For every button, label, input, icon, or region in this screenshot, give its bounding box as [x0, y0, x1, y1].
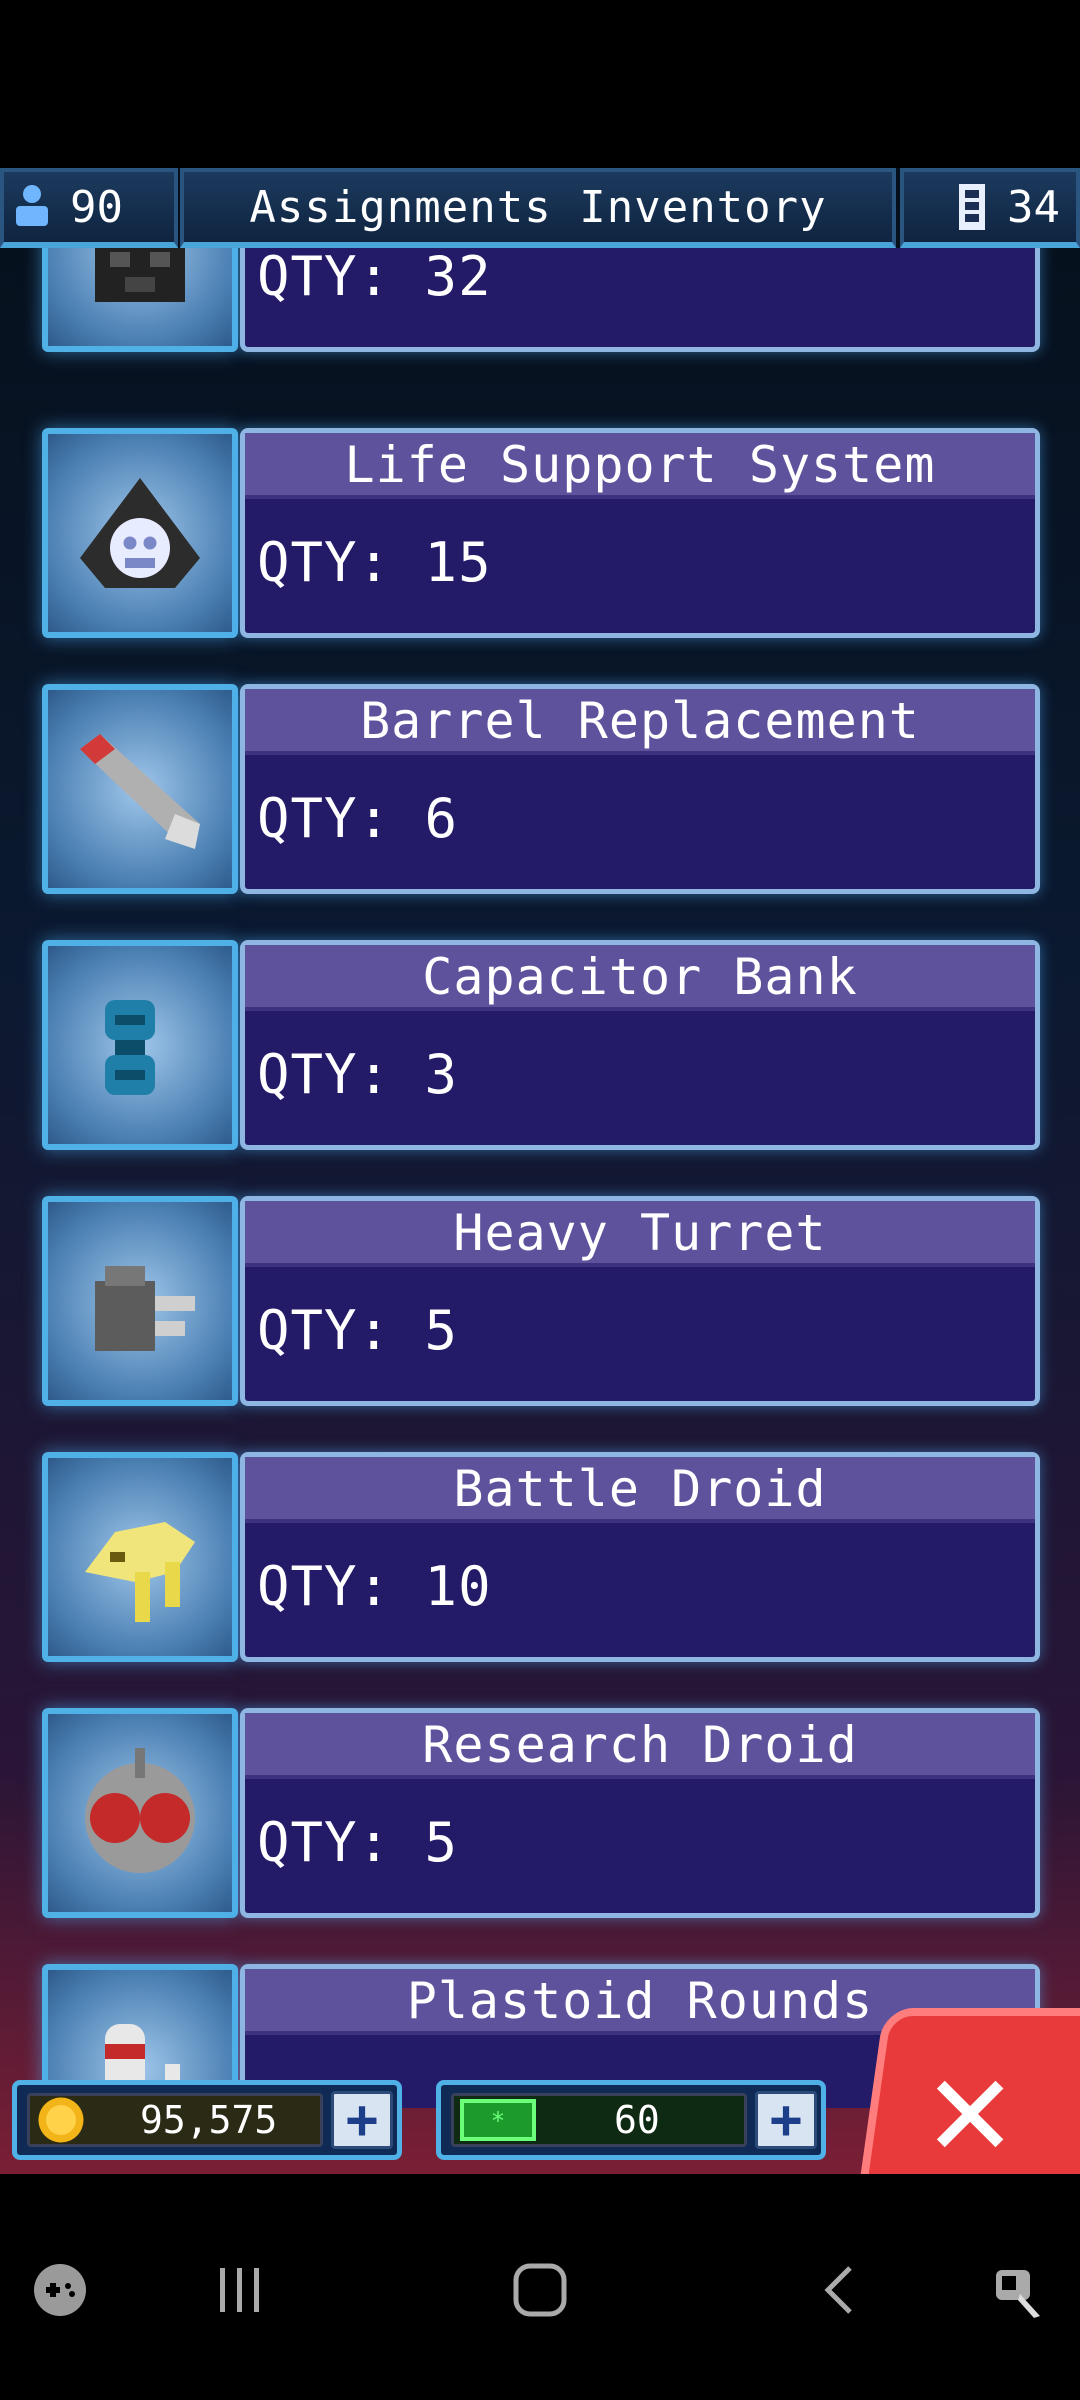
- add-credits-button[interactable]: +: [331, 2091, 393, 2149]
- item-name: Capacitor Bank: [245, 945, 1035, 1011]
- item-icon-frame: [42, 1708, 238, 1918]
- item-panel: Battle Droid QTY: 10: [240, 1452, 1040, 1662]
- item-name: Life Support System: [245, 433, 1035, 499]
- add-energy-button[interactable]: +: [755, 2091, 817, 2149]
- item-panel: QTY: 32: [240, 248, 1040, 352]
- item-qty: QTY: 5: [257, 1811, 459, 1874]
- energy-display: * 60 +: [436, 2080, 826, 2160]
- crew-count: 90: [70, 181, 123, 233]
- item-qty: QTY: 10: [257, 1555, 492, 1618]
- inventory-item[interactable]: Barrel Replacement QTY: 6: [42, 684, 1040, 894]
- coin-icon: [38, 2097, 84, 2143]
- research-droid-icon: [85, 1748, 195, 1873]
- storage-count: 34: [1007, 181, 1060, 233]
- crew-counter[interactable]: 90: [0, 168, 178, 248]
- page-title: Assignments Inventory: [180, 168, 896, 248]
- inventory-item[interactable]: Battle Droid QTY: 10: [42, 1452, 1040, 1662]
- inventory-item[interactable]: Heavy Turret QTY: 5: [42, 1196, 1040, 1406]
- item-name: Battle Droid: [245, 1457, 1035, 1523]
- item-icon-frame: [42, 428, 238, 638]
- item-panel: Barrel Replacement QTY: 6: [240, 684, 1040, 894]
- item-panel: Capacitor Bank QTY: 3: [240, 940, 1040, 1150]
- game-screen: 90 Assignments Inventory 34 QTY: 32 Life…: [0, 168, 1080, 2174]
- item-qty: QTY: 15: [257, 531, 492, 594]
- resource-bar: 95,575 + * 60 + ✕: [0, 2008, 1080, 2174]
- item-icon-frame: [42, 1452, 238, 1662]
- storage-counter[interactable]: 34: [900, 168, 1080, 248]
- item-panel: Heavy Turret QTY: 5: [240, 1196, 1040, 1406]
- inventory-item[interactable]: Research Droid QTY: 5: [42, 1708, 1040, 1918]
- inventory-list[interactable]: QTY: 32 Life Support System QTY: 15 Barr…: [0, 248, 1080, 2108]
- close-button[interactable]: ✕: [855, 2008, 1080, 2174]
- battle-droid-icon: [85, 1522, 195, 1622]
- energy-value: 60: [614, 2098, 660, 2142]
- credits-display: 95,575 +: [12, 2080, 402, 2160]
- energy-well: * 60: [451, 2093, 747, 2147]
- item-name: Research Droid: [245, 1713, 1035, 1779]
- crew-icon: [16, 185, 48, 226]
- home-icon[interactable]: [510, 2260, 570, 2320]
- back-icon[interactable]: [810, 2260, 870, 2320]
- game-tools-icon[interactable]: [30, 2260, 90, 2320]
- close-icon: ✕: [927, 2026, 1013, 2174]
- item-qty: QTY: 5: [257, 1299, 459, 1362]
- svg-text:*: *: [491, 2107, 505, 2135]
- barrel-icon: [80, 734, 200, 849]
- item-name: Barrel Replacement: [245, 689, 1035, 755]
- capacitor-icon: [105, 1000, 155, 1095]
- item-icon-frame: [42, 940, 238, 1150]
- turret-icon: [95, 1266, 195, 1351]
- item-icon-frame: [42, 684, 238, 894]
- item-icon-frame: [42, 248, 238, 352]
- recent-apps-icon[interactable]: [210, 2260, 270, 2320]
- item-panel: Research Droid QTY: 5: [240, 1708, 1040, 1918]
- item-icon-frame: [42, 1196, 238, 1406]
- screenshot-tool-icon[interactable]: [990, 2260, 1050, 2320]
- item-name: Heavy Turret: [245, 1201, 1035, 1267]
- inventory-item[interactable]: QTY: 32: [42, 248, 1040, 352]
- item-qty: QTY: 3: [257, 1043, 459, 1106]
- armor-helmet-icon: [95, 248, 185, 302]
- item-qty: QTY: 32: [257, 248, 492, 308]
- inventory-item[interactable]: Capacitor Bank QTY: 3: [42, 940, 1040, 1150]
- item-panel: Life Support System QTY: 15: [240, 428, 1040, 638]
- credits-well: 95,575: [27, 2093, 323, 2147]
- credits-value: 95,575: [140, 2098, 278, 2142]
- item-qty: QTY: 6: [257, 787, 459, 850]
- energy-cell-icon: *: [460, 2099, 536, 2141]
- life-support-icon: [80, 478, 200, 588]
- storage-icon: [959, 184, 986, 230]
- inventory-item[interactable]: Life Support System QTY: 15: [42, 428, 1040, 638]
